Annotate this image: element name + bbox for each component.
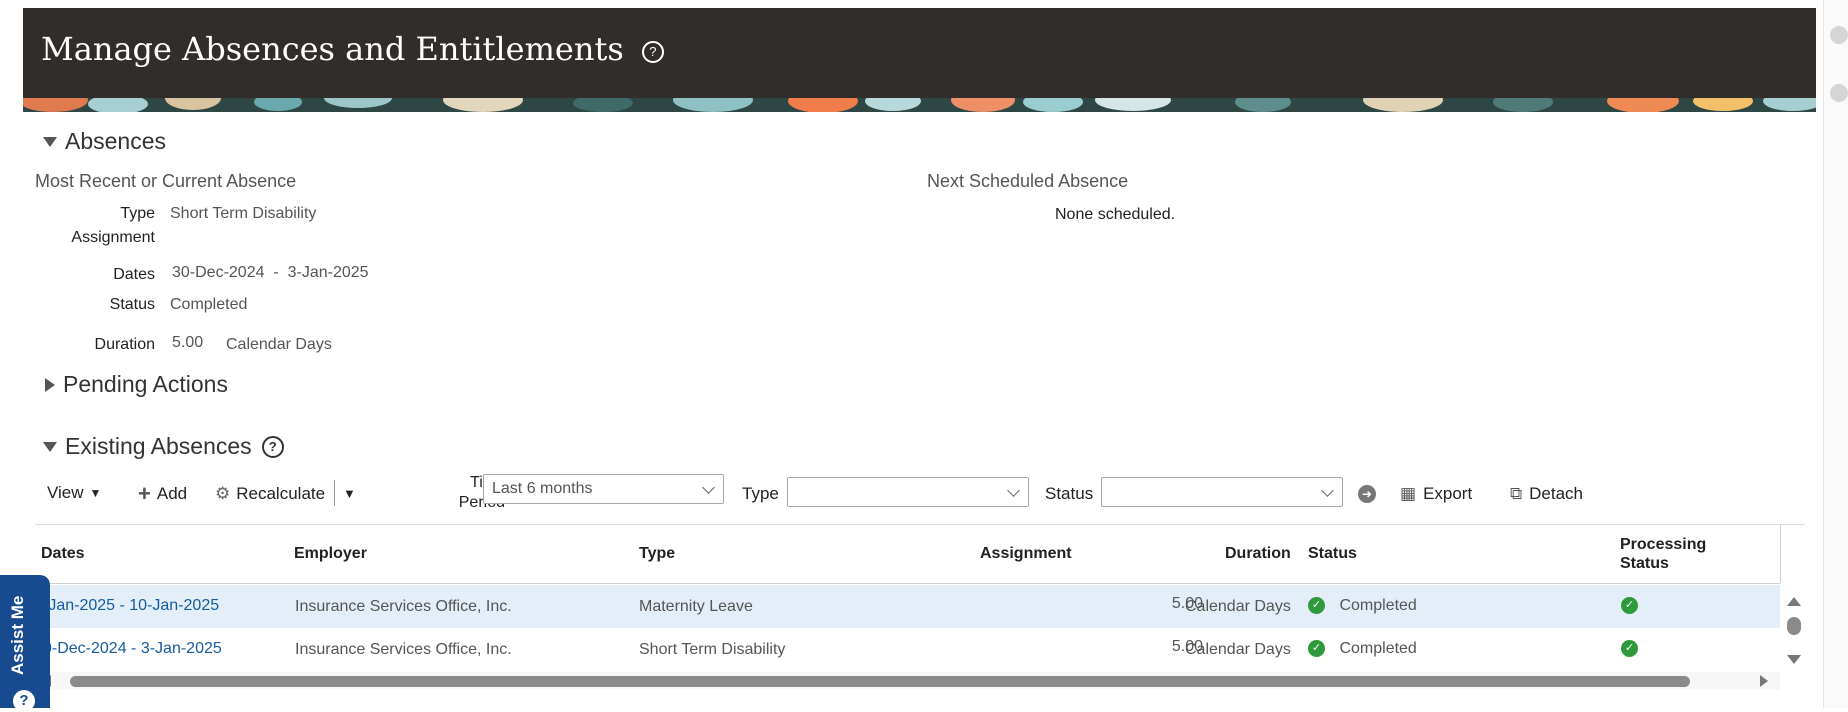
page-title: Manage Absences and Entitlements ? [41, 30, 664, 68]
plus-icon: + [138, 481, 151, 506]
existing-absences-section-header[interactable]: Existing Absences ? [43, 433, 284, 460]
type-filter-select[interactable] [787, 477, 1029, 507]
recent-absence-heading: Most Recent or Current Absence [35, 171, 297, 191]
scroll-down-icon[interactable] [1787, 655, 1801, 664]
row-employer: Insurance Services Office, Inc. [295, 641, 512, 658]
duration-unit: Calendar Days [226, 336, 332, 353]
row-processing-status: ✓ [1621, 597, 1638, 615]
go-arrow-icon[interactable]: ➜ [1358, 485, 1376, 503]
row-duration-unit: Calendar Days [1185, 641, 1291, 658]
question-icon: ? [13, 690, 35, 712]
check-circle-icon: ✓ [1308, 640, 1325, 658]
existing-absences-table: Dates Employer Type Assignment Duration … [35, 524, 1805, 695]
chevron-down-icon [702, 481, 715, 494]
vertical-scrollbar[interactable] [1783, 595, 1803, 677]
collapse-triangle-icon[interactable] [43, 136, 57, 147]
row-type: Short Term Disability [639, 641, 786, 658]
caret-down-icon: ▼ [89, 486, 102, 500]
row-processing-status: ✓ [1621, 640, 1638, 658]
row-duration-unit: Calendar Days [1185, 598, 1291, 615]
status-filter-select[interactable] [1101, 477, 1343, 507]
assist-me-label: Assist Me [8, 595, 27, 675]
page-header: Manage Absences and Entitlements ? [23, 8, 1816, 98]
column-header-dates[interactable]: Dates [41, 545, 85, 563]
collapse-triangle-icon[interactable] [43, 441, 57, 452]
dates-value: 30-Dec-2024 - 3-Jan-2025 [172, 264, 369, 281]
horizontal-scroll-thumb[interactable] [70, 676, 1690, 687]
row-dates-link[interactable]: -Jan-2025 - 10-Jan-2025 [43, 597, 219, 615]
header-edge [1780, 525, 1781, 583]
status-filter-label: Status [1045, 484, 1094, 503]
status-label: Status [109, 296, 155, 313]
detach-icon: ⧉ [1510, 484, 1523, 503]
vertical-scroll-thumb[interactable] [1787, 617, 1801, 635]
table-row[interactable]: -Jan-2025 - 10-Jan-2025 Insurance Servic… [35, 585, 1780, 628]
column-header-duration[interactable]: Duration [1225, 545, 1291, 563]
gears-icon: ⚙ [215, 484, 231, 503]
recalculate-menu-caret-icon[interactable]: ▼ [343, 486, 356, 501]
duration-value: 5.00 [172, 334, 204, 351]
chevron-down-icon [1321, 484, 1334, 497]
duration-label: Duration [94, 336, 155, 353]
column-header-status[interactable]: Status [1308, 545, 1357, 563]
absences-section-header[interactable]: Absences [43, 128, 166, 155]
scroll-right-icon[interactable] [1760, 675, 1768, 687]
expand-triangle-icon[interactable] [45, 377, 55, 392]
row-employer: Insurance Services Office, Inc. [295, 598, 512, 615]
recalculate-button[interactable]: ⚙ Recalculate [215, 484, 325, 504]
export-button[interactable]: ▦ Export [1400, 484, 1472, 504]
time-period-select[interactable]: Last 6 months [483, 474, 724, 504]
add-button[interactable]: + Add [138, 481, 187, 506]
type-value: Short Term Disability [170, 205, 317, 222]
detach-button[interactable]: ⧉ Detach [1510, 484, 1583, 504]
column-header-assignment[interactable]: Assignment [980, 545, 1072, 563]
check-circle-icon: ✓ [1621, 640, 1638, 658]
pending-actions-section-header[interactable]: Pending Actions [45, 371, 228, 398]
column-header-type[interactable]: Type [639, 545, 675, 563]
row-dates-link[interactable]: 0-Dec-2024 - 3-Jan-2025 [43, 640, 222, 658]
column-header-processing-status[interactable]: Processing Status [1620, 535, 1706, 573]
help-icon[interactable]: ? [261, 435, 284, 458]
row-status: ✓ Completed [1308, 597, 1417, 615]
side-panel-icon[interactable] [1830, 26, 1848, 44]
table-row[interactable]: 0-Dec-2024 - 3-Jan-2025 Insurance Servic… [35, 628, 1780, 671]
existing-absences-toolbar: View ▼ + Add ⚙ Recalculate ▼ Time Period… [35, 472, 1805, 518]
side-panel-icon[interactable] [1830, 84, 1848, 102]
type-label: Type [120, 205, 155, 222]
type-filter-label: Type [742, 484, 779, 503]
row-status: ✓ Completed [1308, 640, 1417, 658]
toolbar-divider [334, 480, 335, 506]
column-header-employer[interactable]: Employer [294, 545, 367, 563]
row-type: Maternity Leave [639, 598, 753, 615]
help-icon[interactable]: ? [641, 40, 664, 63]
view-menu-button[interactable]: View ▼ [47, 483, 101, 503]
assist-me-tab[interactable]: Assist Me ? [0, 575, 50, 712]
next-absence-value: None scheduled. [1055, 206, 1176, 223]
next-absence-heading: Next Scheduled Absence [927, 171, 1129, 191]
check-circle-icon: ✓ [1308, 597, 1325, 615]
horizontal-scrollbar[interactable] [35, 672, 1780, 690]
scroll-up-icon[interactable] [1787, 597, 1801, 606]
dates-label: Dates [113, 266, 155, 283]
export-table-icon: ▦ [1400, 484, 1417, 503]
header-banner [23, 98, 1816, 112]
status-value: Completed [170, 296, 248, 313]
assignment-label: Assignment [71, 229, 155, 246]
check-circle-icon: ✓ [1621, 597, 1638, 615]
header-divider [35, 583, 1780, 584]
right-side-panel [1823, 0, 1848, 708]
chevron-down-icon [1007, 484, 1020, 497]
